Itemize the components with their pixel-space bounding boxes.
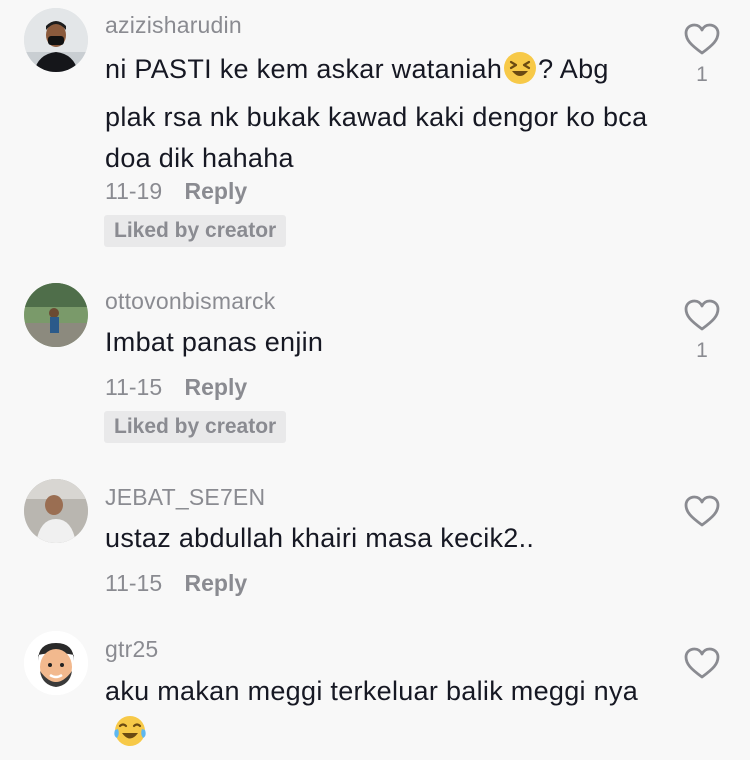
comment-date: 11-19 [105, 178, 163, 204]
comment-text-part: aku makan meggi terkeluar balik meggi ny… [105, 676, 639, 706]
comment-item: JEBAT_SE7EN ustaz abdullah khairi masa k… [0, 470, 750, 620]
comment-item: ottovonbismarck Imbat panas enjin 11-15 … [0, 270, 750, 470]
liked-by-creator-badge: Liked by creator [104, 411, 287, 443]
comment-text: ni PASTI ke kem askar wataniah? Abg plak… [105, 49, 665, 179]
avatar[interactable] [24, 479, 88, 543]
comment-username[interactable]: gtr25 [105, 636, 158, 663]
comment-meta: 11-15 Reply [105, 570, 247, 597]
reply-button[interactable]: Reply [185, 374, 248, 400]
heart-outline-icon[interactable] [683, 646, 721, 680]
avatar[interactable] [24, 8, 88, 72]
like-count: 1 [696, 339, 708, 362]
comment-item: gtr25 aku makan meggi terkeluar balik me… [0, 620, 750, 757]
liked-by-creator-badge: Liked by creator [104, 215, 287, 247]
comment-text: aku makan meggi terkeluar balik meggi ny… [105, 671, 665, 760]
comment-username[interactable]: azizisharudin [105, 12, 242, 39]
face-with-tears-of-joy-icon [113, 714, 147, 760]
comment-text: ustaz abdullah khairi masa kecik2.. [105, 523, 535, 553]
like-count: 1 [696, 63, 708, 86]
comment-text: Imbat panas enjin [105, 327, 324, 357]
comment-text-part: ni PASTI ke kem askar wataniah [105, 54, 503, 84]
heart-outline-icon[interactable] [683, 298, 721, 332]
avatar[interactable] [24, 283, 88, 347]
reply-button[interactable]: Reply [185, 570, 248, 596]
comment-item: azizisharudin ni PASTI ke kem askar wata… [0, 0, 750, 270]
heart-outline-icon[interactable] [683, 494, 721, 528]
comment-meta: 11-19 Reply [105, 178, 247, 205]
laughing-squinting-face-icon [503, 51, 537, 97]
heart-outline-icon[interactable] [683, 22, 721, 56]
comment-date: 11-15 [105, 570, 163, 596]
comment-username[interactable]: ottovonbismarck [105, 288, 275, 315]
comment-meta: 11-15 Reply [105, 374, 247, 401]
reply-button[interactable]: Reply [185, 178, 248, 204]
comment-username[interactable]: JEBAT_SE7EN [105, 484, 265, 511]
comment-date: 11-15 [105, 374, 163, 400]
avatar[interactable] [24, 631, 88, 695]
